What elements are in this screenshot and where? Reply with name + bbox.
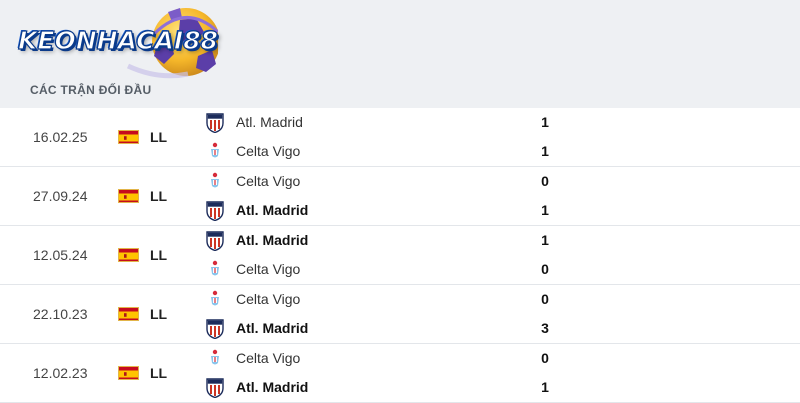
match-row[interactable]: 16.02.25 LL Atl. Madrid 1 Celta Vigo 1 bbox=[0, 108, 800, 167]
team-score: 1 bbox=[541, 114, 549, 130]
team-row: Atl. Madrid 1 bbox=[0, 373, 800, 402]
celta-crest-icon bbox=[206, 171, 224, 192]
team-row: Celta Vigo 1 bbox=[0, 137, 800, 166]
team-row: Atl. Madrid 1 bbox=[0, 108, 800, 137]
team-name[interactable]: Celta Vigo bbox=[236, 285, 300, 314]
brand-logo[interactable]: KEONHACAI88 bbox=[8, 4, 220, 84]
celta-crest-icon bbox=[206, 289, 224, 310]
team-score: 3 bbox=[541, 320, 549, 336]
team-row: Celta Vigo 0 bbox=[0, 285, 800, 314]
team-row: Atl. Madrid 3 bbox=[0, 314, 800, 343]
team-score: 0 bbox=[541, 261, 549, 277]
logo-text: KEONHACAI88 bbox=[17, 25, 218, 55]
celta-crest-icon bbox=[206, 348, 224, 369]
team-score: 0 bbox=[541, 350, 549, 366]
team-row: Celta Vigo 0 bbox=[0, 167, 800, 196]
team-score: 1 bbox=[541, 379, 549, 395]
team-score: 0 bbox=[541, 291, 549, 307]
team-name[interactable]: Atl. Madrid bbox=[236, 196, 308, 225]
atletico-crest-icon bbox=[206, 377, 224, 399]
team-name[interactable]: Atl. Madrid bbox=[236, 108, 303, 137]
team-row: Celta Vigo 0 bbox=[0, 255, 800, 284]
team-name[interactable]: Atl. Madrid bbox=[236, 373, 308, 402]
team-row: Celta Vigo 0 bbox=[0, 344, 800, 373]
team-name[interactable]: Celta Vigo bbox=[236, 255, 300, 284]
head-to-head-list: 16.02.25 LL Atl. Madrid 1 Celta Vigo 1 2… bbox=[0, 108, 800, 403]
section-title: CÁC TRẬN ĐỐI ĐẦU bbox=[30, 83, 152, 97]
celta-crest-icon bbox=[206, 141, 224, 162]
team-score: 1 bbox=[541, 232, 549, 248]
match-row[interactable]: 27.09.24 LL Celta Vigo 0 Atl. Madrid 1 bbox=[0, 167, 800, 226]
match-row[interactable]: 12.05.24 LL Atl. Madrid 1 Celta Vigo 0 bbox=[0, 226, 800, 285]
team-name[interactable]: Atl. Madrid bbox=[236, 226, 308, 255]
team-name[interactable]: Celta Vigo bbox=[236, 137, 300, 166]
atletico-crest-icon bbox=[206, 200, 224, 222]
team-score: 0 bbox=[541, 173, 549, 189]
team-row: Atl. Madrid 1 bbox=[0, 196, 800, 225]
header: KEONHACAI88 CÁC TRẬN ĐỐI ĐẦU bbox=[0, 0, 800, 108]
celta-crest-icon bbox=[206, 259, 224, 280]
atletico-crest-icon bbox=[206, 318, 224, 340]
team-name[interactable]: Celta Vigo bbox=[236, 167, 300, 196]
team-row: Atl. Madrid 1 bbox=[0, 226, 800, 255]
match-row[interactable]: 22.10.23 LL Celta Vigo 0 Atl. Madrid 3 bbox=[0, 285, 800, 344]
team-name[interactable]: Celta Vigo bbox=[236, 344, 300, 373]
team-score: 1 bbox=[541, 202, 549, 218]
match-row[interactable]: 12.02.23 LL Celta Vigo 0 Atl. Madrid 1 bbox=[0, 344, 800, 403]
atletico-crest-icon bbox=[206, 230, 224, 252]
atletico-crest-icon bbox=[206, 112, 224, 134]
team-name[interactable]: Atl. Madrid bbox=[236, 314, 308, 343]
team-score: 1 bbox=[541, 143, 549, 159]
